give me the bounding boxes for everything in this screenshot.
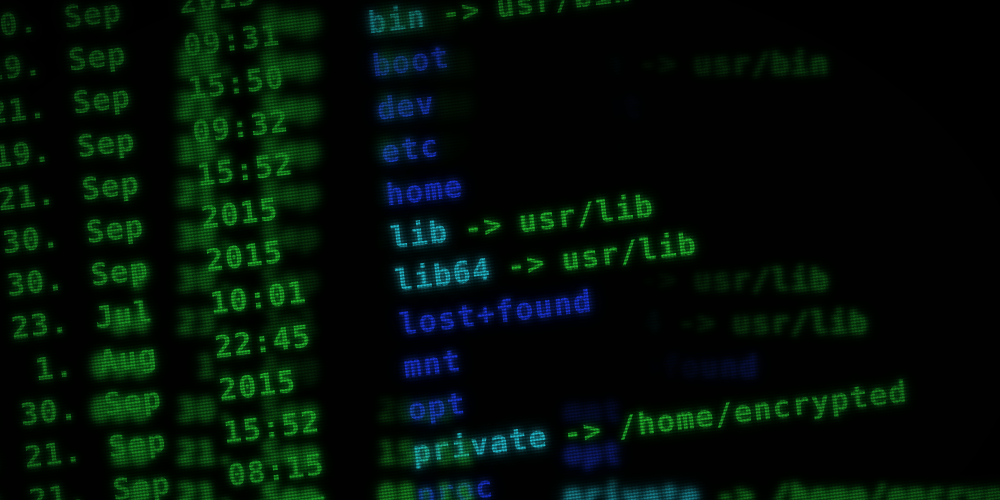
terminal-screen: 0.Sep201519.Sep09:31bin->usr/bin21.Sep15…: [0, 0, 1000, 500]
monitor-photo: 0.Sep201519.Sep09:31bin->usr/bin21.Sep15…: [0, 0, 1000, 500]
